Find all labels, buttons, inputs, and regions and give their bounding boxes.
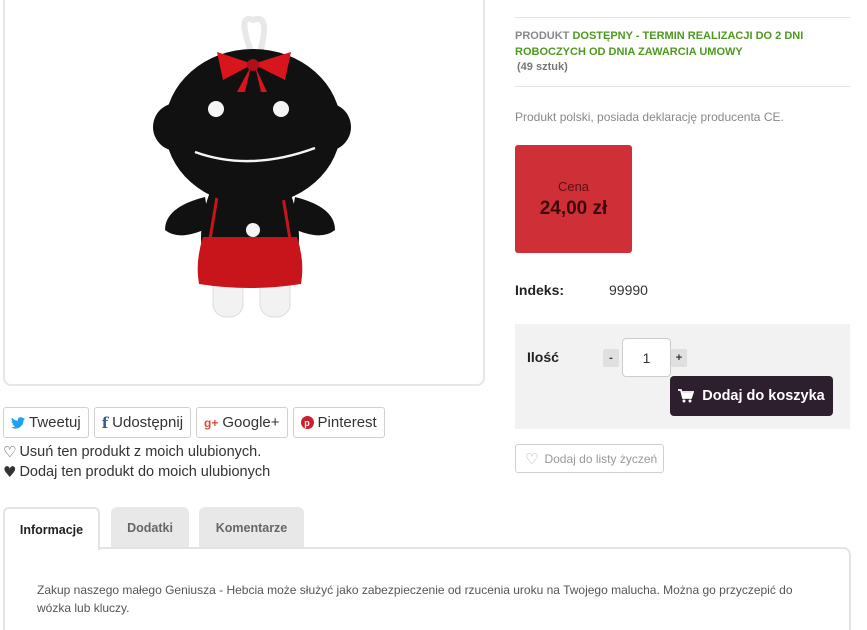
- pinterest-label: Pinterest: [317, 414, 377, 431]
- stock-count: (49 sztuk): [517, 61, 568, 73]
- heart-outline-icon: ♡: [525, 449, 539, 468]
- add-to-cart-label: Dodaj do koszyka: [702, 388, 825, 404]
- google-plus-button[interactable]: g+ Google+: [196, 407, 288, 438]
- remove-favorite-label: Usuń ten produkt z moich ulubionych.: [19, 444, 262, 460]
- add-to-wishlist-button[interactable]: ♡ Dodaj do listy życzeń: [515, 444, 664, 473]
- facebook-share-button[interactable]: f Udostępnij: [93, 407, 192, 438]
- google-label: Google+: [222, 414, 280, 431]
- short-description: Produkt polski, posiada deklarację produ…: [515, 110, 784, 124]
- quantity-decrease-button[interactable]: -: [603, 349, 619, 367]
- share-label: Udostępnij: [112, 414, 184, 431]
- pinterest-button[interactable]: p Pinterest: [292, 407, 385, 438]
- cart-icon: [678, 389, 695, 403]
- quantity-label: Ilość: [527, 349, 559, 365]
- twitter-icon: [11, 416, 25, 429]
- facebook-icon: f: [101, 413, 109, 432]
- add-to-cart-button[interactable]: Dodaj do koszyka: [670, 376, 833, 416]
- tab-dodatki[interactable]: Dodatki: [111, 507, 189, 548]
- google-plus-icon: g+: [204, 415, 219, 430]
- add-to-cart-panel: Ilość - + Dodaj do koszyka: [515, 324, 850, 429]
- tab-komentarze[interactable]: Komentarze: [199, 507, 304, 548]
- product-description: Zakup naszego małego Geniusza - Hebcia m…: [37, 583, 793, 615]
- tab-content-panel: Zakup naszego małego Geniusza - Hebcia m…: [3, 547, 851, 630]
- divider: [515, 86, 850, 87]
- tweet-button[interactable]: Tweetuj: [3, 407, 89, 438]
- add-favorite-link[interactable]: ♥ Dodaj ten produkt do moich ulubionych: [3, 463, 270, 481]
- pinterest-icon: p: [300, 416, 314, 429]
- index-value: 99990: [609, 282, 648, 298]
- product-image[interactable]: [3, 0, 485, 386]
- quantity-input[interactable]: [622, 338, 671, 377]
- price-label: Cena: [557, 179, 590, 194]
- tab-informacje[interactable]: Informacje: [3, 507, 100, 550]
- price-value: 24,00 zł: [539, 198, 608, 219]
- product-photo-hebcia: [153, 15, 351, 318]
- heart-filled-icon: ♥: [3, 463, 17, 481]
- quantity-increase-button[interactable]: +: [671, 349, 687, 367]
- heart-outline-icon: ♡: [3, 443, 17, 461]
- availability-info: PRODUKT DOSTĘPNY - TERMIN REALIZACJI DO …: [515, 29, 855, 76]
- availability-label: PRODUKT: [515, 30, 570, 42]
- price-box: Cena 24,00 zł: [515, 145, 632, 253]
- tweet-label: Tweetuj: [29, 414, 81, 431]
- add-favorite-label: Dodaj ten produkt do moich ulubionych: [19, 464, 271, 480]
- remove-favorite-link[interactable]: ♡ Usuń ten produkt z moich ulubionych.: [3, 443, 261, 461]
- index-label: Indeks:: [515, 282, 565, 298]
- divider: [515, 17, 850, 18]
- social-share-bar: Tweetuj f Udostępnij g+ Google+ p Pinter…: [3, 407, 385, 438]
- wishlist-label: Dodaj do listy życzeń: [544, 451, 658, 466]
